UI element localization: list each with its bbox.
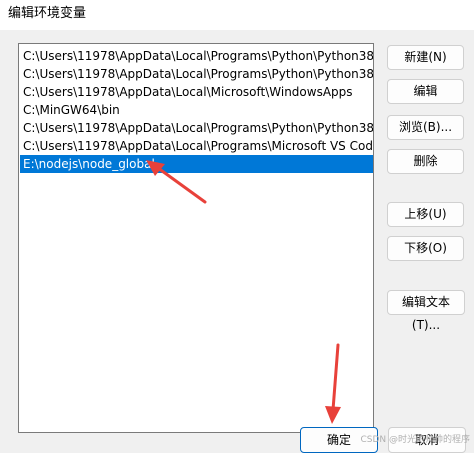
list-item-selected[interactable]: E:\nodejs\node_global — [20, 155, 373, 173]
move-down-button[interactable]: 下移(O) — [387, 236, 464, 261]
list-item[interactable]: C:\Users\11978\AppData\Local\Microsoft\W… — [20, 83, 373, 101]
delete-button[interactable]: 删除 — [387, 149, 464, 174]
list-item[interactable]: C:\Users\11978\AppData\Local\Programs\Mi… — [20, 137, 373, 155]
watermark: CSDN @时光的帅帅的程序 — [360, 435, 470, 445]
move-up-button[interactable]: 上移(U) — [387, 202, 464, 227]
edit-button[interactable]: 编辑 — [387, 79, 464, 104]
list-item[interactable]: C:\Users\11978\AppData\Local\Programs\Py… — [20, 47, 373, 65]
edit-env-variable-dialog: 编辑环境变量 C:\Users\11978\AppData\Local\Prog… — [0, 0, 474, 453]
list-item[interactable]: C:\MinGW64\bin — [20, 101, 373, 119]
list-item[interactable]: C:\Users\11978\AppData\Local\Programs\Py… — [20, 65, 373, 83]
browse-button[interactable]: 浏览(B)... — [387, 115, 464, 140]
title-bar: 编辑环境变量 — [0, 0, 474, 30]
path-list[interactable]: C:\Users\11978\AppData\Local\Programs\Py… — [18, 43, 374, 433]
edit-text-button[interactable]: 编辑文本(T)... — [387, 290, 465, 332]
list-item[interactable]: C:\Users\11978\AppData\Local\Programs\Py… — [20, 119, 373, 137]
new-button[interactable]: 新建(N) — [387, 45, 464, 70]
window-title: 编辑环境变量 — [8, 6, 87, 21]
